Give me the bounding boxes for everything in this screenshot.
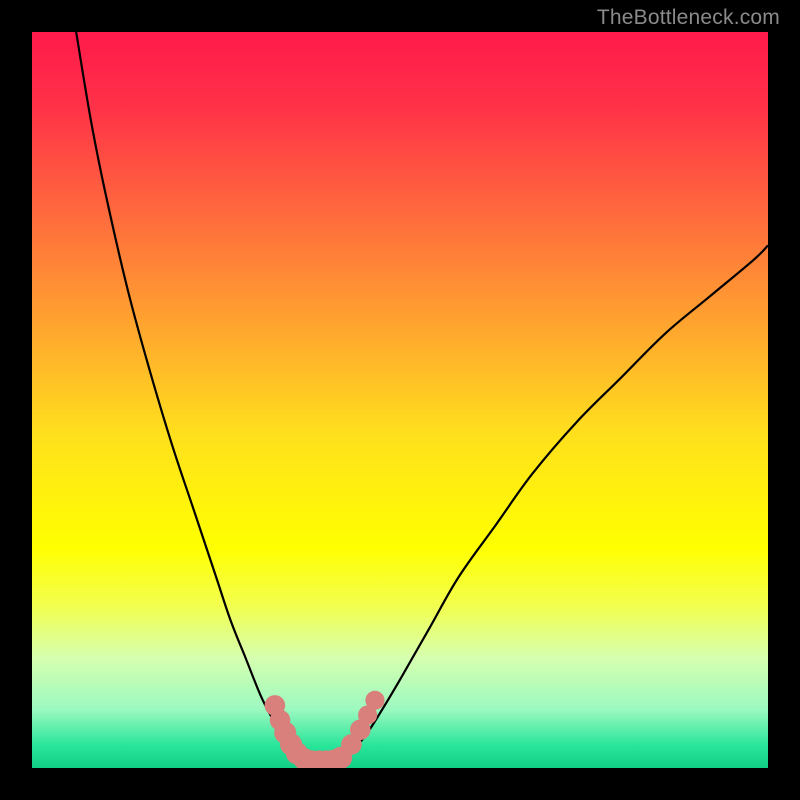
chart-frame: TheBottleneck.com: [0, 0, 800, 800]
threshold-marker: [365, 691, 384, 710]
curve-left-branch: [76, 32, 304, 761]
watermark-text: TheBottleneck.com: [597, 6, 780, 30]
chart-plot-area: [32, 32, 768, 768]
curve-right-branch: [341, 245, 768, 760]
threshold-markers: [265, 691, 385, 768]
chart-svg: [32, 32, 768, 768]
